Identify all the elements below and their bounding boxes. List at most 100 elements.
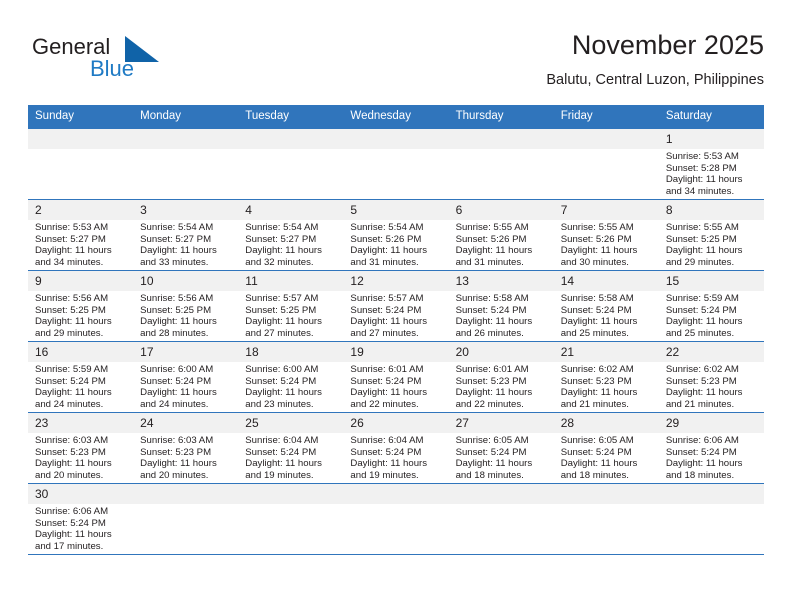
calendar-day-cell[interactable]: 26 Sunrise: 6:04 AM Sunset: 5:24 PM Dayligh… <box>343 412 449 484</box>
sunrise-text: Sunrise: 6:05 AM <box>455 435 529 446</box>
day-number: 5 <box>343 200 449 220</box>
day-number <box>133 484 239 504</box>
daylight-text-line1: Daylight: 11 hours <box>455 387 533 399</box>
calendar-day-cell[interactable]: 23 Sunrise: 6:03 AM Sunset: 5:23 PM Dayligh… <box>28 412 134 484</box>
calendar-cell-inner <box>448 129 554 199</box>
sunset-text: Sunset: 5:27 PM <box>35 233 106 245</box>
calendar-day-cell[interactable]: 24 Sunrise: 6:03 AM Sunset: 5:23 PM Dayligh… <box>133 412 239 484</box>
daylight-text-line2: and 29 minutes. <box>665 256 735 268</box>
day-number: 8 <box>658 200 764 220</box>
calendar-cell-empty <box>448 129 554 200</box>
general-blue-logo[interactable]: General Blue <box>32 34 192 90</box>
daylight-text-line1: Daylight: 11 hours <box>140 245 217 257</box>
calendar-cell-inner: 11 Sunrise: 5:57 AM Sunset: 5:25 PM Dayligh… <box>238 271 344 341</box>
sunrise-text: Sunrise: 5:58 AM <box>455 293 529 304</box>
sunset-text: Sunset: 5:25 PM <box>665 233 737 245</box>
calendar-day-cell[interactable]: 9 Sunrise: 5:56 AM Sunset: 5:25 PM Daylight… <box>28 270 134 342</box>
daylight-text-line2: and 32 minutes. <box>245 256 314 268</box>
day-number: 15 <box>658 271 764 291</box>
daylight-text-line2: and 26 minutes. <box>455 327 524 339</box>
day-sun-info: Sunrise: 6:02 AM Sunset: 5:23 PM Daylight:… <box>554 362 659 410</box>
calendar-cell-empty <box>133 483 239 555</box>
sunset-text: Sunset: 5:23 PM <box>560 375 632 387</box>
calendar-day-cell[interactable]: 17 Sunrise: 6:00 AM Sunset: 5:24 PM Dayligh… <box>133 341 239 413</box>
calendar-day-cell[interactable]: 30 Sunrise: 6:06 AM Sunset: 5:24 PM Dayligh… <box>28 483 134 555</box>
sunset-text: Sunset: 5:24 PM <box>350 304 422 316</box>
day-sun-info: Sunrise: 5:58 AM Sunset: 5:24 PM Daylight:… <box>554 291 659 339</box>
sunrise-text: Sunrise: 6:04 AM <box>350 435 424 446</box>
sunrise-text: Sunrise: 6:04 AM <box>245 435 319 446</box>
calendar-day-cell[interactable]: 22 Sunrise: 6:02 AM Sunset: 5:23 PM Dayligh… <box>658 341 764 413</box>
calendar-cell-empty <box>238 129 344 200</box>
calendar-day-cell[interactable]: 19 Sunrise: 6:01 AM Sunset: 5:24 PM Dayligh… <box>343 341 449 413</box>
calendar-day-cell[interactable]: 16 Sunrise: 5:59 AM Sunset: 5:24 PM Dayligh… <box>28 341 134 413</box>
calendar-cell-empty <box>28 129 134 200</box>
calendar-day-cell[interactable]: 3 Sunrise: 5:54 AM Sunset: 5:27 PM Daylight… <box>133 199 239 271</box>
calendar-cell-inner: 23 Sunrise: 6:03 AM Sunset: 5:23 PM Dayligh… <box>28 413 134 483</box>
calendar-day-cell[interactable]: 5 Sunrise: 5:54 AM Sunset: 5:26 PM Daylight… <box>343 199 449 271</box>
calendar-week-row: 30 Sunrise: 6:06 AM Sunset: 5:24 PM Dayligh… <box>28 483 764 555</box>
sunrise-text: Sunrise: 5:59 AM <box>665 293 739 304</box>
calendar-cell-inner: 29 Sunrise: 6:06 AM Sunset: 5:24 PM Dayligh… <box>658 413 764 483</box>
day-sun-info: Sunrise: 5:57 AM Sunset: 5:24 PM Daylight:… <box>343 291 448 339</box>
calendar-day-cell[interactable]: 6 Sunrise: 5:55 AM Sunset: 5:26 PM Daylight… <box>448 199 554 271</box>
day-sun-info: Sunrise: 5:55 AM Sunset: 5:26 PM Daylight:… <box>449 220 554 268</box>
calendar-body: 1 Sunrise: 5:53 AM Sunset: 5:28 PM Daylight… <box>28 129 764 555</box>
calendar-day-cell[interactable]: 2 Sunrise: 5:53 AM Sunset: 5:27 PM Daylight… <box>28 199 134 271</box>
sunrise-text: Sunrise: 6:06 AM <box>665 435 739 446</box>
calendar-day-cell[interactable]: 11 Sunrise: 5:57 AM Sunset: 5:25 PM Dayligh… <box>238 270 344 342</box>
calendar-cell-inner: 18 Sunrise: 6:00 AM Sunset: 5:24 PM Dayligh… <box>238 342 344 412</box>
sunset-text: Sunset: 5:24 PM <box>665 446 737 458</box>
day-sun-info <box>659 504 764 506</box>
sunset-text: Sunset: 5:24 PM <box>560 446 632 458</box>
day-sun-info: Sunrise: 6:06 AM Sunset: 5:24 PM Daylight:… <box>659 433 764 481</box>
calendar-day-cell[interactable]: 29 Sunrise: 6:06 AM Sunset: 5:24 PM Dayligh… <box>658 412 764 484</box>
sunrise-text: Sunrise: 5:54 AM <box>350 222 424 233</box>
weekday-header-friday: Friday <box>553 105 659 129</box>
calendar-week-row: 2 Sunrise: 5:53 AM Sunset: 5:27 PM Daylight… <box>28 199 764 271</box>
sunrise-text: Sunrise: 6:03 AM <box>35 435 109 446</box>
daylight-text-line1: Daylight: 11 hours <box>560 316 638 328</box>
calendar-cell-inner: 1 Sunrise: 5:53 AM Sunset: 5:28 PM Daylight… <box>658 129 764 199</box>
daylight-text-line2: and 18 minutes. <box>560 469 629 481</box>
calendar-day-cell[interactable]: 20 Sunrise: 6:01 AM Sunset: 5:23 PM Dayligh… <box>448 341 554 413</box>
daylight-text-line1: Daylight: 11 hours <box>455 458 533 470</box>
calendar-day-cell[interactable]: 14 Sunrise: 5:58 AM Sunset: 5:24 PM Dayligh… <box>553 270 659 342</box>
calendar-day-cell[interactable]: 25 Sunrise: 6:04 AM Sunset: 5:24 PM Dayligh… <box>238 412 344 484</box>
calendar-day-cell[interactable]: 28 Sunrise: 6:05 AM Sunset: 5:24 PM Dayligh… <box>553 412 659 484</box>
calendar-day-cell[interactable]: 13 Sunrise: 5:58 AM Sunset: 5:24 PM Dayligh… <box>448 270 554 342</box>
daylight-text-line1: Daylight: 11 hours <box>560 458 638 470</box>
sunrise-text: Sunrise: 6:01 AM <box>350 364 424 375</box>
calendar-cell-empty <box>658 483 764 555</box>
day-sun-info: Sunrise: 6:05 AM Sunset: 5:24 PM Daylight:… <box>554 433 659 481</box>
daylight-text-line2: and 19 minutes. <box>245 469 314 481</box>
day-sun-info <box>28 149 133 151</box>
sunset-text: Sunset: 5:24 PM <box>350 375 422 387</box>
day-sun-info <box>343 504 448 506</box>
calendar-week-row: 9 Sunrise: 5:56 AM Sunset: 5:25 PM Daylight… <box>28 270 764 342</box>
day-number: 24 <box>133 413 239 433</box>
calendar-day-cell[interactable]: 10 Sunrise: 5:56 AM Sunset: 5:25 PM Dayligh… <box>133 270 239 342</box>
calendar-day-cell[interactable]: 1 Sunrise: 5:53 AM Sunset: 5:28 PM Daylight… <box>658 129 764 200</box>
calendar-cell-empty <box>553 129 659 200</box>
day-number: 14 <box>553 271 659 291</box>
sunset-text: Sunset: 5:24 PM <box>245 446 317 458</box>
calendar-day-cell[interactable]: 18 Sunrise: 6:00 AM Sunset: 5:24 PM Dayligh… <box>238 341 344 413</box>
daylight-text-line2: and 23 minutes. <box>245 398 314 410</box>
calendar-day-cell[interactable]: 7 Sunrise: 5:55 AM Sunset: 5:26 PM Daylight… <box>553 199 659 271</box>
day-sun-info: Sunrise: 5:54 AM Sunset: 5:27 PM Daylight:… <box>238 220 343 268</box>
calendar-day-cell[interactable]: 12 Sunrise: 5:57 AM Sunset: 5:24 PM Dayligh… <box>343 270 449 342</box>
day-sun-info <box>449 504 554 506</box>
calendar-day-cell[interactable]: 21 Sunrise: 6:02 AM Sunset: 5:23 PM Dayligh… <box>553 341 659 413</box>
daylight-text-line1: Daylight: 11 hours <box>35 529 112 541</box>
day-number: 10 <box>133 271 239 291</box>
calendar-day-cell[interactable]: 8 Sunrise: 5:55 AM Sunset: 5:25 PM Daylight… <box>658 199 764 271</box>
calendar-day-cell[interactable]: 4 Sunrise: 5:54 AM Sunset: 5:27 PM Daylight… <box>238 199 344 271</box>
daylight-text-line2: and 17 minutes. <box>35 540 104 552</box>
day-sun-info: Sunrise: 5:55 AM Sunset: 5:25 PM Daylight:… <box>659 220 764 268</box>
daylight-text-line1: Daylight: 11 hours <box>245 387 322 399</box>
calendar-day-cell[interactable]: 27 Sunrise: 6:05 AM Sunset: 5:24 PM Dayligh… <box>448 412 554 484</box>
day-number: 27 <box>448 413 554 433</box>
calendar-day-cell[interactable]: 15 Sunrise: 5:59 AM Sunset: 5:24 PM Dayligh… <box>658 270 764 342</box>
daylight-text-line2: and 21 minutes. <box>665 398 735 410</box>
